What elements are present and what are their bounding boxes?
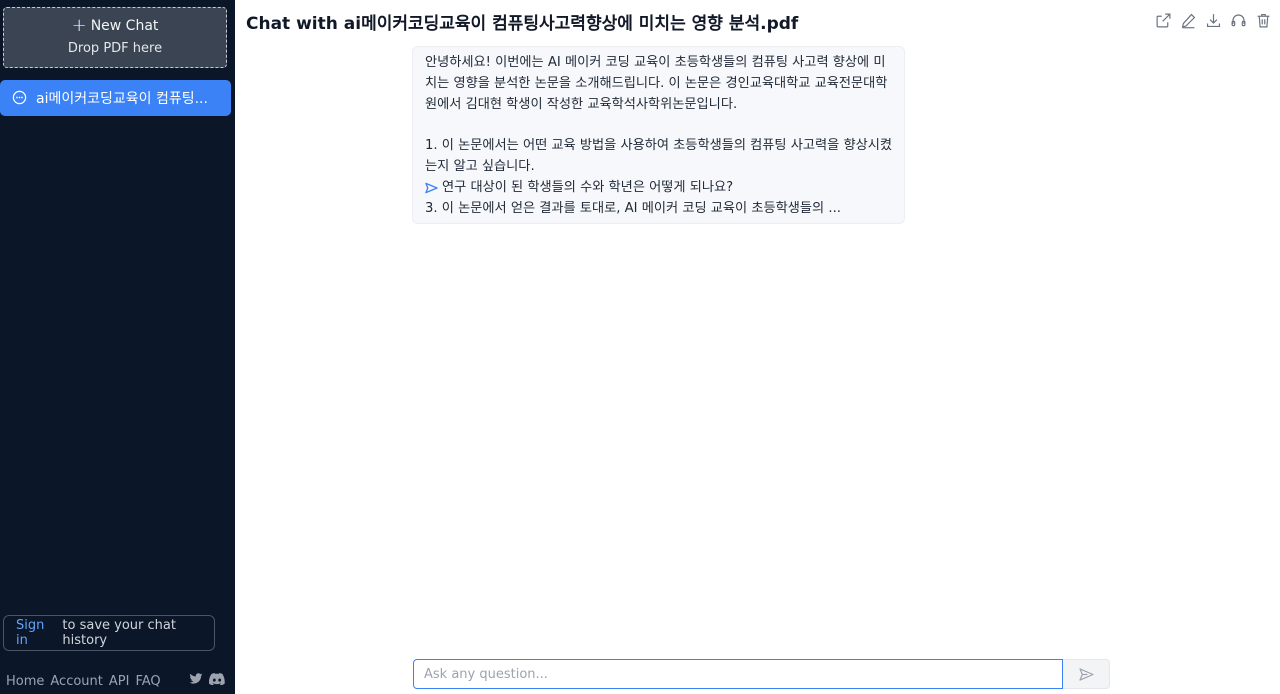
sidebar-footer: Home Account API FAQ	[6, 672, 230, 690]
suggested-question-2[interactable]: 연구 대상이 된 학생들의 수와 학년은 어떻게 되나요?	[425, 178, 894, 199]
sidebar: + New Chat Drop PDF here ai메이커코딩교육이 컴퓨팅.…	[0, 0, 235, 694]
new-chat-label: New Chat	[90, 18, 159, 34]
suggested-question-3[interactable]: 3. 이 논문에서 얻은 결과를 토대로, AI 메이커 코딩 교육이 초등학생…	[425, 199, 894, 220]
chat-item-label: ai메이커코딩교육이 컴퓨팅...	[36, 91, 208, 107]
header-toolbar	[1154, 11, 1272, 29]
chat-bubble-icon	[12, 90, 28, 106]
suggested-question-1[interactable]: 1. 이 논문에서는 어떤 교육 방법을 사용하여 초등학생들의 컴퓨팅 사고력…	[425, 136, 894, 178]
signin-prompt: Sign in to save your chat history	[3, 615, 215, 651]
new-chat-dropzone[interactable]: + New Chat Drop PDF here	[3, 7, 227, 68]
footer-link-home[interactable]: Home	[6, 674, 44, 689]
suggested-question-2-text: 연구 대상이 된 학생들의 수와 학년은 어떻게 되나요?	[442, 179, 734, 195]
new-chat-button[interactable]: + New Chat	[4, 15, 226, 36]
assistant-message: 안녕하세요! 이번에는 AI 메이커 코딩 교육이 초등학생들의 컴퓨팅 사고력…	[412, 46, 905, 224]
edit-icon[interactable]	[1179, 11, 1197, 29]
question-input[interactable]	[413, 659, 1063, 689]
chat-input-bar	[413, 659, 1110, 689]
footer-link-faq[interactable]: FAQ	[135, 674, 160, 689]
trash-icon[interactable]	[1254, 11, 1272, 29]
send-arrow-icon	[425, 182, 438, 194]
share-icon[interactable]	[1154, 11, 1172, 29]
download-icon[interactable]	[1204, 11, 1222, 29]
send-button[interactable]	[1063, 659, 1110, 689]
plus-icon: +	[71, 15, 87, 36]
twitter-icon[interactable]	[189, 673, 203, 685]
discord-icon[interactable]	[209, 673, 225, 685]
footer-link-api[interactable]: API	[109, 674, 130, 689]
send-icon	[1078, 667, 1094, 681]
chat-list-item[interactable]: ai메이커코딩교육이 컴퓨팅...	[0, 80, 231, 116]
headset-icon[interactable]	[1229, 11, 1247, 29]
page-title: Chat with ai메이커코딩교육이 컴퓨팅사고력향상에 미치는 영향 분석…	[246, 14, 799, 34]
signin-text: to save your chat history	[62, 618, 176, 648]
message-intro: 안녕하세요! 이번에는 AI 메이커 코딩 교육이 초등학생들의 컴퓨팅 사고력…	[425, 55, 888, 112]
signin-link[interactable]: Sign in	[16, 618, 57, 648]
footer-link-account[interactable]: Account	[50, 674, 103, 689]
drop-pdf-label: Drop PDF here	[67, 41, 163, 56]
